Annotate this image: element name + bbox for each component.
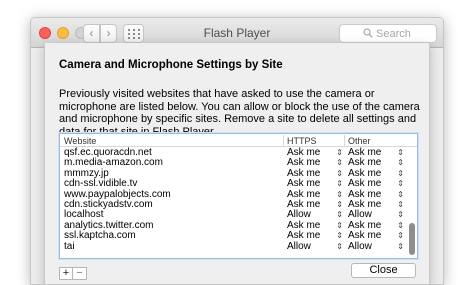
sheet-heading: Camera and Microphone Settings by Site xyxy=(59,59,283,71)
updown-chevron-icon: ⇕ xyxy=(397,231,404,241)
updown-chevron-icon: ⇕ xyxy=(336,168,343,178)
website-cell: cdn-ssl.vidible.tv xyxy=(64,178,138,190)
other-permission-select[interactable]: Allow ⇕ xyxy=(348,210,404,220)
select-value: Ask me xyxy=(287,230,321,242)
column-divider xyxy=(344,135,345,146)
add-site-button[interactable]: + xyxy=(59,267,73,280)
website-cell: ssl.kaptcha.com xyxy=(64,230,136,242)
updown-chevron-icon: ⇕ xyxy=(397,199,404,209)
website-cell: localhost xyxy=(64,209,104,221)
select-value: Ask me xyxy=(348,230,382,242)
select-value: Allow xyxy=(348,209,372,221)
https-permission-select[interactable]: Ask me ⇕ xyxy=(287,231,343,241)
updown-chevron-icon: ⇕ xyxy=(397,241,404,251)
updown-chevron-icon: ⇕ xyxy=(336,241,343,251)
updown-chevron-icon: ⇕ xyxy=(397,220,404,230)
https-permission-select[interactable]: Allow ⇕ xyxy=(287,210,343,220)
table-row[interactable]: cdn-ssl.vidible.tv Ask me ⇕ Ask me ⇕ xyxy=(60,179,408,189)
https-permission-select[interactable]: Ask me ⇕ xyxy=(287,179,343,189)
table-body: qsf.ec.quoracdn.net Ask me ⇕ Ask me ⇕ m.media… xyxy=(60,148,408,252)
select-value: Ask me xyxy=(348,157,382,169)
sites-table[interactable]: Website HTTPS Other qsf.ec.quoracdn.net A… xyxy=(59,133,418,259)
select-value: Allow xyxy=(287,209,311,221)
column-header-https[interactable]: HTTPS xyxy=(287,136,317,146)
updown-chevron-icon: ⇕ xyxy=(336,210,343,220)
updown-chevron-icon: ⇕ xyxy=(336,231,343,241)
column-header-other[interactable]: Other xyxy=(348,136,371,146)
sheet-description: Previously visited websites that have as… xyxy=(59,88,420,138)
table-row[interactable]: tai Allow ⇕ Allow ⇕ xyxy=(60,240,408,252)
updown-chevron-icon: ⇕ xyxy=(336,220,343,230)
updown-chevron-icon: ⇕ xyxy=(336,158,343,168)
https-permission-select[interactable]: Allow ⇕ xyxy=(287,240,343,252)
website-cell: tai xyxy=(64,240,75,252)
other-permission-select[interactable]: Ask me ⇕ xyxy=(348,231,404,241)
table-row[interactable]: ssl.kaptcha.com Ask me ⇕ Ask me ⇕ xyxy=(60,231,408,241)
select-value: Ask me xyxy=(287,157,321,169)
camera-mic-settings-sheet: Camera and Microphone Settings by Site P… xyxy=(44,43,430,284)
remove-site-button[interactable]: − xyxy=(73,267,87,280)
updown-chevron-icon: ⇕ xyxy=(397,189,404,199)
select-value: Ask me xyxy=(287,178,321,190)
updown-chevron-icon: ⇕ xyxy=(336,179,343,189)
search-icon xyxy=(363,28,373,38)
table-scrollbar[interactable] xyxy=(409,148,415,256)
updown-chevron-icon: ⇕ xyxy=(336,189,343,199)
flash-player-window: ‹ › Flash Player Search Camera and Micro… xyxy=(30,17,444,285)
other-permission-select[interactable]: Allow ⇕ xyxy=(348,240,404,252)
updown-chevron-icon: ⇕ xyxy=(336,148,343,157)
other-permission-select[interactable]: Ask me ⇕ xyxy=(348,158,404,168)
select-value: Ask me xyxy=(348,178,382,190)
website-cell: m.media-amazon.com xyxy=(64,157,163,169)
updown-chevron-icon: ⇕ xyxy=(397,158,404,168)
other-permission-select[interactable]: Ask me ⇕ xyxy=(348,179,404,189)
close-button[interactable]: Close xyxy=(351,263,416,278)
search-field[interactable]: Search xyxy=(339,24,437,43)
updown-chevron-icon: ⇕ xyxy=(397,148,404,157)
updown-chevron-icon: ⇕ xyxy=(336,199,343,209)
select-value: Allow xyxy=(348,240,372,252)
column-header-website[interactable]: Website xyxy=(64,136,96,146)
https-permission-select[interactable]: Ask me ⇕ xyxy=(287,158,343,168)
column-divider xyxy=(283,135,284,146)
search-placeholder: Search xyxy=(376,28,411,40)
table-header: Website HTTPS Other xyxy=(60,134,417,147)
select-value: Allow xyxy=(287,240,311,252)
updown-chevron-icon: ⇕ xyxy=(397,168,404,178)
scrollbar-thumb[interactable] xyxy=(409,223,415,255)
updown-chevron-icon: ⇕ xyxy=(397,210,404,220)
updown-chevron-icon: ⇕ xyxy=(397,179,404,189)
